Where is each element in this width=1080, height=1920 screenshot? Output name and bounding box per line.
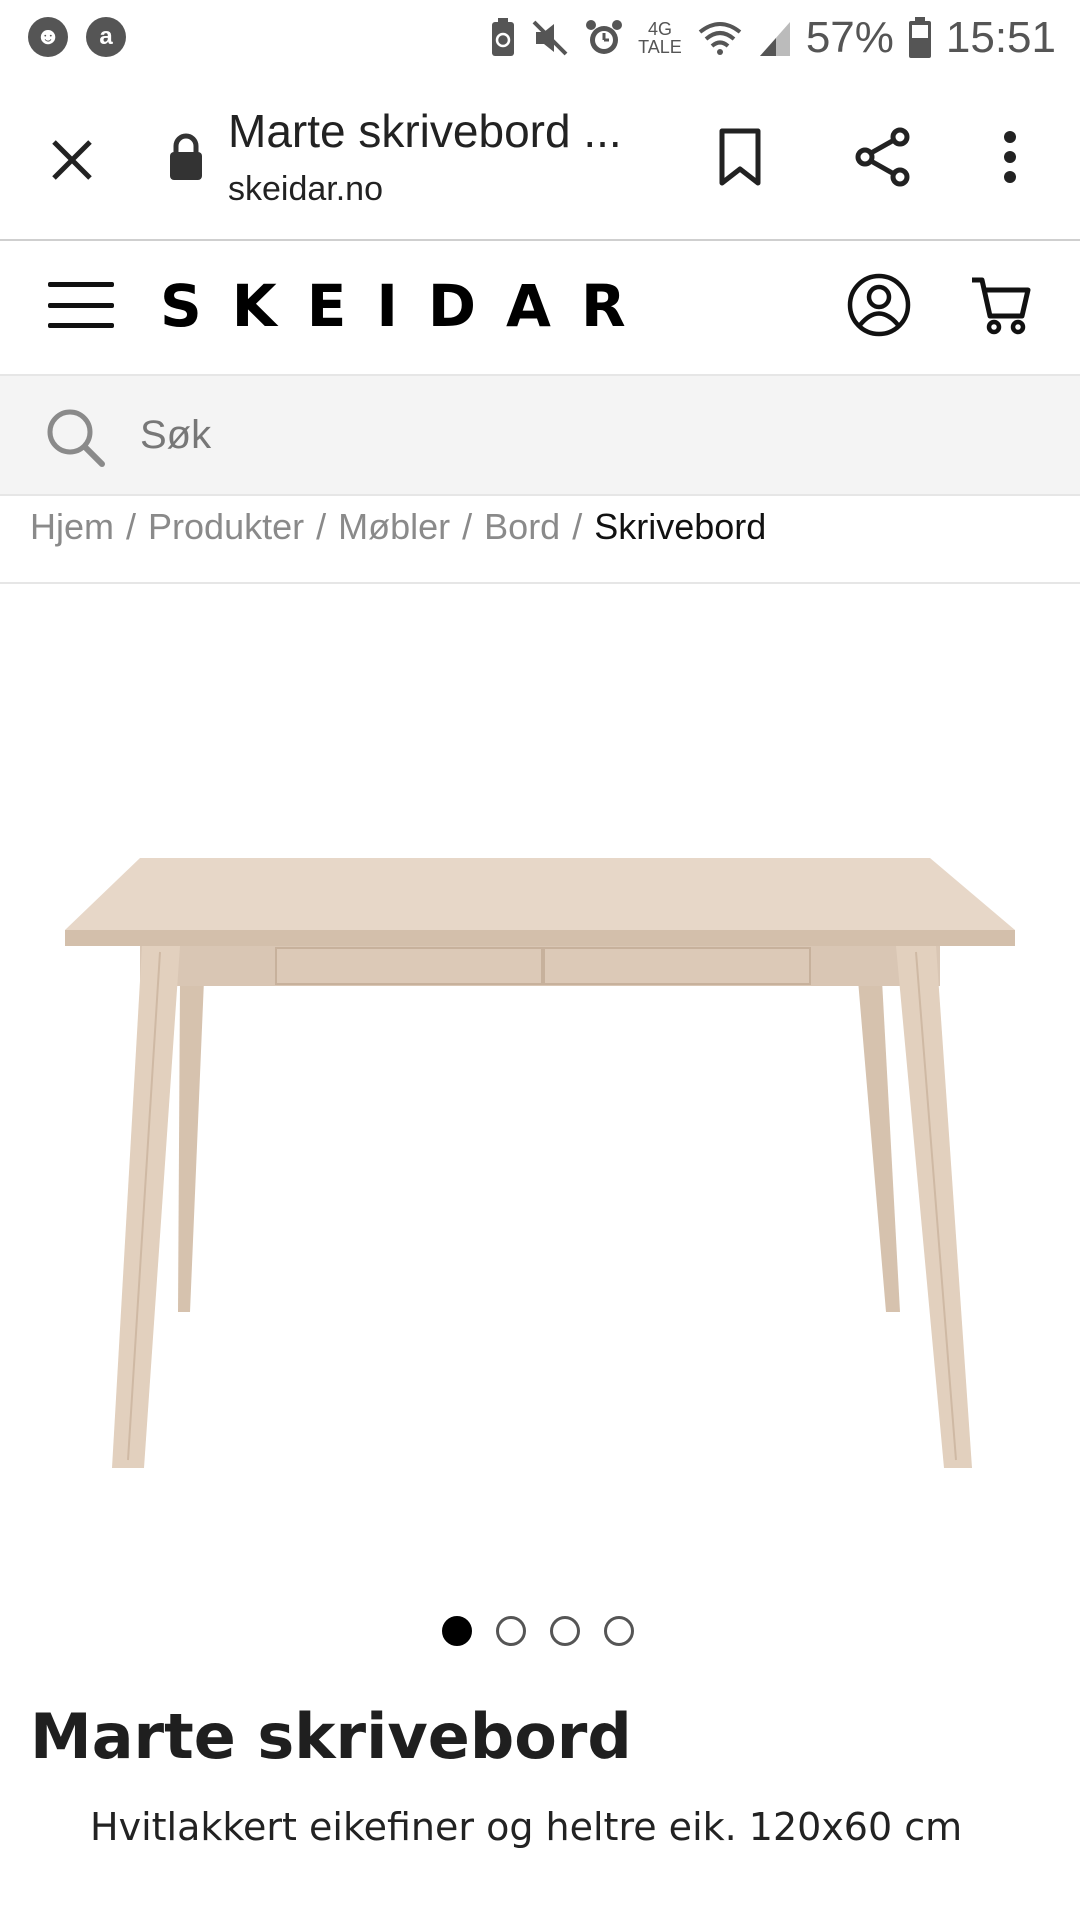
recycle-battery-icon [490, 10, 516, 66]
breadcrumb-item-mobler[interactable]: Møbler [338, 506, 450, 547]
network-type-label: 4G [647, 19, 672, 39]
product-title: Marte skrivebord [30, 1700, 632, 1773]
carousel-dot-2[interactable] [496, 1616, 526, 1646]
breadcrumb-separator: / [572, 506, 583, 547]
breadcrumb-item-hjem[interactable]: Hjem [30, 506, 114, 547]
vertical-dots-icon [1004, 131, 1016, 183]
status-bar-right: 4G TALE 57% 15:51 [490, 10, 1056, 66]
carousel-dot-4[interactable] [604, 1616, 634, 1646]
search-input[interactable] [140, 404, 1020, 466]
bookmark-button[interactable] [712, 122, 768, 192]
status-bar: ☻ a 4G TALE 57% 15:51 [0, 0, 1080, 76]
wifi-icon [696, 10, 744, 66]
share-icon [855, 127, 910, 187]
cart-button[interactable] [968, 272, 1034, 338]
mute-icon [530, 10, 570, 66]
network-tale-label: TALE [638, 37, 682, 57]
notification-face-icon: ☻ [28, 17, 68, 57]
browser-toolbar: Marte skrivebord ... skeidar.no [0, 76, 1080, 241]
hamburger-icon-line [48, 323, 114, 328]
site-logo[interactable]: SKEIDAR [160, 272, 656, 340]
breadcrumb-separator: / [126, 506, 137, 547]
signal-icon [758, 10, 792, 66]
cart-icon [972, 277, 1031, 335]
account-button[interactable] [846, 272, 912, 338]
breadcrumb-current: Skrivebord [594, 506, 767, 547]
share-button[interactable] [850, 124, 916, 190]
battery-icon [908, 10, 932, 66]
carousel-dot-3[interactable] [550, 1616, 580, 1646]
search-bar [0, 374, 1080, 496]
alarm-icon [584, 10, 624, 66]
site-header: SKEIDAR [0, 242, 1080, 372]
user-icon [847, 273, 911, 337]
page-title[interactable]: Marte skrivebord ... [228, 104, 638, 158]
battery-percentage: 57% [805, 13, 894, 62]
bookmark-icon [719, 128, 761, 186]
carousel-indicator [442, 1616, 634, 1646]
more-options-button[interactable] [990, 124, 1030, 190]
breadcrumb-separator: / [462, 506, 473, 547]
search-icon[interactable] [44, 406, 106, 468]
network-4g-icon: 4G TALE [638, 10, 682, 66]
divider [0, 582, 1080, 584]
breadcrumb-item-produkter[interactable]: Produkter [148, 506, 304, 547]
notification-a-icon: a [86, 17, 126, 57]
hamburger-icon-line [48, 302, 114, 308]
close-icon [52, 140, 92, 180]
breadcrumb-item-bord[interactable]: Bord [484, 506, 560, 547]
hamburger-icon-line [48, 282, 114, 287]
clock: 15:51 [945, 13, 1056, 62]
product-image[interactable] [40, 820, 1040, 1480]
carousel-dot-1[interactable] [442, 1616, 472, 1646]
close-tab-button[interactable] [42, 130, 102, 190]
breadcrumb-separator: / [316, 506, 327, 547]
menu-button[interactable] [48, 282, 114, 328]
lock-icon[interactable] [166, 132, 206, 188]
status-bar-left: ☻ a [28, 17, 126, 57]
product-description: Hvitlakkert eikefiner og heltre eik. 120… [90, 1805, 963, 1849]
breadcrumb: Hjem / Produkter / Møbler / Bord / Skrivebord [30, 506, 766, 548]
page-url[interactable]: skeidar.no [228, 170, 383, 209]
